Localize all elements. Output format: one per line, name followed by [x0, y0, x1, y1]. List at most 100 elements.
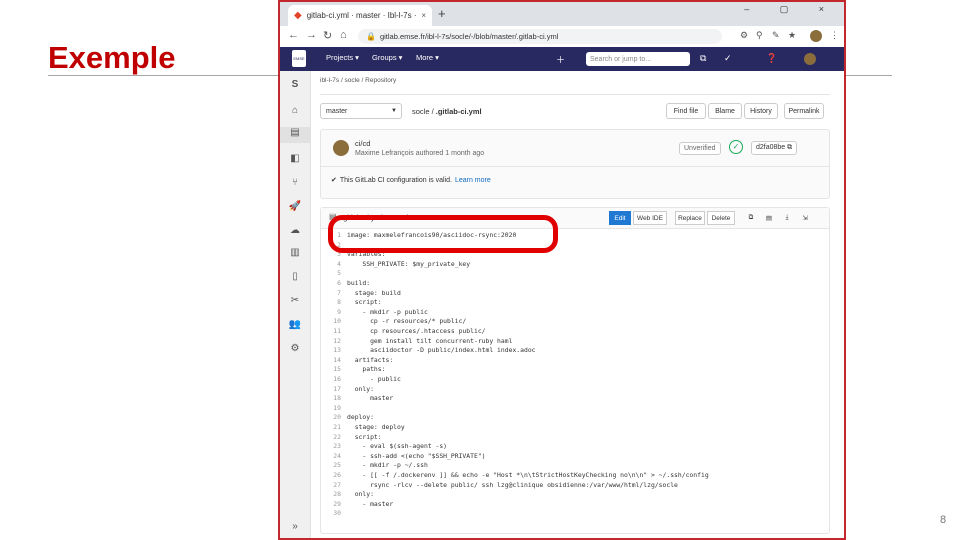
forward-icon[interactable]: → — [306, 29, 317, 41]
branch-selector[interactable]: master ▼ — [320, 103, 402, 119]
line-number[interactable]: 23 — [321, 442, 341, 452]
line-number[interactable]: 17 — [321, 385, 341, 395]
line-number[interactable]: 30 — [321, 509, 341, 519]
ci-valid-message: ✔ This GitLab CI configuration is valid. L… — [331, 176, 491, 184]
tab-close-icon[interactable]: × — [421, 11, 426, 20]
download-icon[interactable]: ⤓ — [779, 211, 795, 225]
commit-sha[interactable]: d2fa08be ⧉ — [751, 141, 798, 155]
back-icon[interactable]: ← — [288, 29, 299, 41]
line-number[interactable]: 24 — [321, 452, 341, 462]
pipeline-passed-icon[interactable]: ✓ — [729, 140, 743, 154]
line-number[interactable]: 12 — [321, 337, 341, 347]
blame-button[interactable]: Blame — [708, 103, 742, 119]
delete-button[interactable]: Delete — [707, 211, 735, 225]
line-number[interactable]: 6 — [321, 279, 341, 289]
code-block: 1 image: maxmelefrancois90/asciidoc-rsync… — [321, 231, 829, 533]
menu-groups[interactable]: Groups ▾ — [372, 53, 402, 62]
history-button[interactable]: History — [744, 103, 778, 119]
sidebar-collapse-icon[interactable]: » — [280, 521, 310, 532]
sidebar-item-overview[interactable]: ⌂ — [280, 105, 310, 116]
menu-more[interactable]: More ▾ — [416, 53, 439, 62]
code-text: - public — [347, 375, 401, 383]
sidebar-item-snippets[interactable]: ✂ — [280, 295, 310, 306]
menu-projects[interactable]: Projects ▾ — [326, 53, 359, 62]
sidebar-item-issues[interactable]: ◧ — [280, 153, 310, 164]
code-text: only: — [347, 490, 374, 499]
line-number[interactable]: 4 — [321, 260, 341, 270]
code-text: master — [347, 394, 394, 403]
sidebar-item-analytics[interactable]: ▥ — [280, 247, 310, 258]
commit-title[interactable]: ci/cd — [355, 139, 370, 148]
unverified-badge[interactable]: Unverified — [679, 142, 721, 155]
bookmark-star-icon[interactable]: ★ — [788, 30, 796, 41]
commit-divider — [321, 166, 829, 167]
browser-menu-icon[interactable]: ⋮ — [830, 30, 839, 41]
line-number[interactable]: 10 — [321, 317, 341, 327]
sidebar-item-cicd[interactable]: 🚀 — [280, 201, 310, 212]
code-line: 26 - [[ -f /.dockerenv ]] && echo -e "Ho… — [321, 471, 708, 481]
line-number[interactable]: 20 — [321, 413, 341, 423]
sidebar-item-merge-requests[interactable]: ⑂ — [280, 177, 310, 188]
line-number[interactable]: 19 — [321, 404, 341, 414]
line-number[interactable]: 29 — [321, 500, 341, 510]
code-line: 4 SSH_PRIVATE: $my_private_key — [321, 260, 470, 270]
page-number: 8 — [940, 514, 947, 526]
code-line: 15 paths: — [321, 365, 385, 375]
fullscreen-icon[interactable]: ⇲ — [797, 211, 813, 225]
code-text: only: — [347, 384, 374, 393]
todos-icon[interactable]: ✓ — [724, 53, 732, 64]
web-ide-button[interactable]: Web IDE — [633, 211, 667, 225]
line-number[interactable]: 21 — [321, 423, 341, 433]
replace-button[interactable]: Replace — [675, 211, 705, 225]
line-number[interactable]: 9 — [321, 308, 341, 318]
learn-more-link[interactable]: Learn more — [455, 177, 491, 184]
gitlab-logo[interactable]: EMSE — [292, 50, 306, 67]
sidebar-item-members[interactable]: 👥 — [280, 319, 310, 330]
permalink-button[interactable]: Permalink — [784, 103, 824, 119]
breadcrumb[interactable]: ibl-l-7s / socle / Repository — [320, 77, 396, 84]
window-controls[interactable]: – ▢ × — [744, 4, 838, 15]
profile-avatar[interactable] — [810, 30, 822, 42]
branch-name: master — [326, 107, 348, 115]
line-number[interactable]: 22 — [321, 433, 341, 443]
line-number[interactable]: 16 — [321, 375, 341, 385]
reload-icon[interactable]: ↻ — [323, 29, 332, 42]
home-icon[interactable]: ⌂ — [340, 29, 347, 41]
line-number[interactable]: 15 — [321, 365, 341, 375]
help-icon[interactable]: ❓ — [766, 53, 777, 64]
line-number[interactable]: 8 — [321, 298, 341, 308]
url-field[interactable]: 🔒 gitlab.emse.fr/ibl-l-7s/socle/-/blob/m… — [358, 29, 722, 44]
sidebar-item-settings[interactable]: ⚙ — [280, 343, 310, 354]
edit-button[interactable]: Edit — [609, 211, 631, 225]
line-number[interactable]: 28 — [321, 490, 341, 500]
sidebar-item-repository[interactable]: ▤ — [280, 127, 310, 143]
line-number[interactable]: 27 — [321, 481, 341, 491]
path-prefix[interactable]: socle / — [412, 107, 436, 116]
raw-file-icon[interactable]: ▤ — [761, 211, 777, 225]
author-avatar[interactable] — [333, 140, 349, 156]
line-number[interactable]: 25 — [321, 461, 341, 471]
line-number[interactable]: 11 — [321, 327, 341, 337]
user-avatar[interactable] — [804, 53, 816, 65]
line-number[interactable]: 14 — [321, 356, 341, 366]
sidebar-project-avatar[interactable]: S — [280, 79, 310, 90]
new-tab-button[interactable]: + — [438, 6, 446, 21]
extension-icon[interactable]: ⚲ — [756, 30, 763, 41]
line-number[interactable]: 5 — [321, 269, 341, 279]
merge-requests-icon[interactable]: ⧉ — [700, 53, 706, 64]
sidebar-item-wiki[interactable]: ▯ — [280, 271, 310, 282]
code-text: cp resources/.htaccess public/ — [347, 327, 486, 335]
code-line: 10 cp -r resources/* public/ — [321, 317, 466, 327]
line-number[interactable]: 7 — [321, 289, 341, 299]
line-number[interactable]: 13 — [321, 346, 341, 356]
extension-icon[interactable]: ✎ — [772, 30, 780, 41]
copy-icon[interactable]: ⧉ — [743, 211, 759, 225]
search-input[interactable]: Search or jump to... — [586, 52, 690, 66]
sidebar-item-deployments[interactable]: ☁ — [280, 225, 310, 236]
line-number[interactable]: 18 — [321, 394, 341, 404]
plus-icon[interactable]: ＋ — [556, 53, 565, 66]
line-number[interactable]: 26 — [321, 471, 341, 481]
extension-icon[interactable]: ⚙ — [740, 30, 748, 41]
browser-tab[interactable]: ◆ gitlab-ci.yml · master · Ibl-l-7s · × — [288, 5, 432, 26]
find-file-button[interactable]: Find file — [666, 103, 706, 119]
